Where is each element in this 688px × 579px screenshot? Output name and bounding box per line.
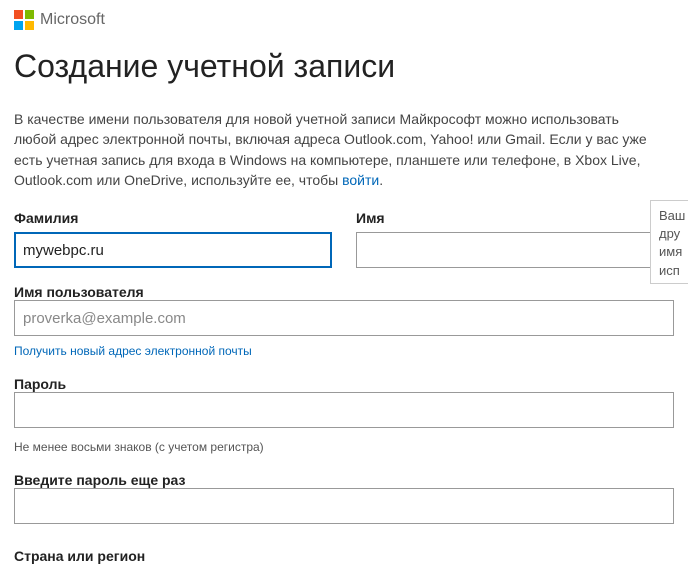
signin-link[interactable]: войти bbox=[342, 172, 379, 188]
firstname-input[interactable] bbox=[356, 232, 674, 268]
new-email-link[interactable]: Получить новый адрес электронной почты bbox=[14, 344, 252, 358]
tooltip-line: Ваш bbox=[659, 207, 684, 225]
microsoft-logo-icon bbox=[14, 10, 34, 30]
tooltip-line: дру bbox=[659, 225, 684, 243]
password-confirm-label: Введите пароль еще раз bbox=[14, 472, 185, 488]
password-confirm-input[interactable] bbox=[14, 488, 674, 524]
password-hint: Не менее восьми знаков (с учетом регистр… bbox=[14, 440, 674, 454]
tooltip-line: исп bbox=[659, 262, 684, 280]
surname-input[interactable] bbox=[14, 232, 332, 268]
surname-label: Фамилия bbox=[14, 210, 332, 226]
intro-before: В качестве имени пользователя для новой … bbox=[14, 111, 647, 188]
intro-after: . bbox=[379, 172, 383, 188]
tooltip-line: имя bbox=[659, 243, 684, 261]
username-label: Имя пользователя bbox=[14, 284, 144, 300]
username-input[interactable] bbox=[14, 300, 674, 336]
brand-header: Microsoft bbox=[14, 10, 674, 30]
country-label: Страна или регион bbox=[14, 548, 145, 564]
firstname-label: Имя bbox=[356, 210, 674, 226]
intro-text: В качестве имени пользователя для новой … bbox=[14, 109, 654, 190]
brand-name: Microsoft bbox=[40, 11, 105, 29]
side-tooltip: Ваш дру имя исп bbox=[650, 200, 688, 284]
page-title: Создание учетной записи bbox=[14, 48, 674, 85]
password-label: Пароль bbox=[14, 376, 66, 392]
password-input[interactable] bbox=[14, 392, 674, 428]
